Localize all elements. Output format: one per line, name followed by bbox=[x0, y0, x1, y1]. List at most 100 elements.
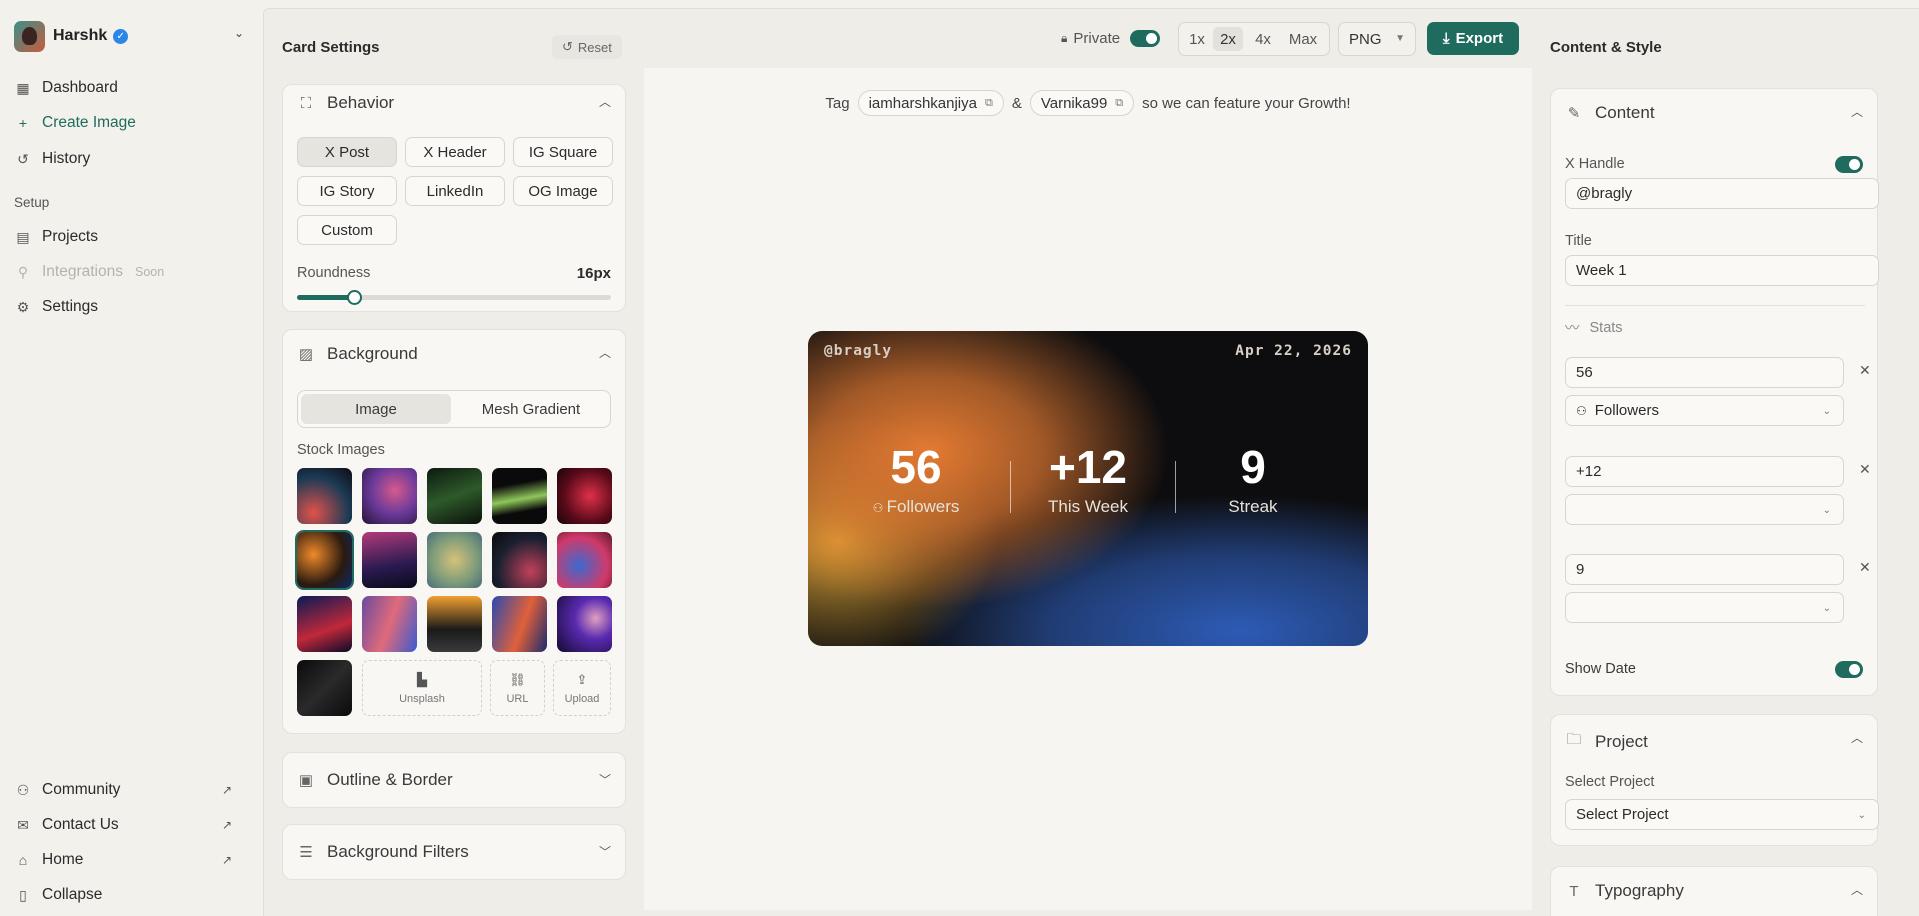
project-header[interactable]: 🗀 Project bbox=[1565, 729, 1647, 754]
x-handle-toggle[interactable] bbox=[1835, 156, 1863, 173]
nav-settings[interactable]: ⚙ Settings bbox=[14, 294, 98, 320]
stat-value: +12 bbox=[1048, 441, 1128, 493]
nav-collapse[interactable]: ▯ Collapse bbox=[14, 882, 102, 908]
stock-image-thumb[interactable] bbox=[557, 532, 612, 588]
history-icon: ↺ bbox=[17, 150, 29, 167]
x-handle-input[interactable]: @bragly bbox=[1565, 178, 1879, 209]
stat-value-input[interactable]: 56 bbox=[1565, 357, 1844, 388]
stock-image-thumb[interactable] bbox=[427, 468, 482, 524]
chevron-down-icon[interactable]: ﹀ bbox=[599, 771, 611, 788]
preset-custom[interactable]: Custom bbox=[297, 215, 397, 245]
scale-max[interactable]: Max bbox=[1282, 27, 1324, 51]
stat-type-select[interactable]: ⌄ bbox=[1565, 592, 1844, 623]
mode-image[interactable]: Image bbox=[301, 394, 451, 424]
stock-image-thumb-selected[interactable] bbox=[297, 532, 352, 588]
scale-4x[interactable]: 4x bbox=[1247, 27, 1279, 51]
chevron-up-icon[interactable]: ︿ bbox=[1851, 881, 1863, 898]
stock-image-thumb[interactable] bbox=[492, 596, 547, 652]
tagline: Tag iamharshkanjiya ⧉ & Varnika99 ⧉ so w… bbox=[644, 90, 1532, 116]
chevron-down-icon[interactable]: ﹀ bbox=[599, 843, 611, 860]
behavior-header[interactable]: ⛶ Behavior bbox=[297, 93, 394, 113]
chevron-down-icon[interactable]: ⌄ bbox=[234, 26, 244, 40]
stat-divider bbox=[1010, 461, 1011, 513]
stock-image-thumb[interactable] bbox=[492, 468, 547, 524]
sliders-icon: ☰ bbox=[299, 844, 313, 861]
preset-x-header[interactable]: X Header bbox=[405, 137, 505, 167]
preset-ig-square[interactable]: IG Square bbox=[513, 137, 613, 167]
nav-contact-us[interactable]: ✉ Contact Us bbox=[14, 812, 119, 838]
stat-value-input[interactable]: +12 bbox=[1565, 456, 1844, 487]
nav-home[interactable]: ⌂ Home bbox=[14, 847, 84, 873]
reset-button[interactable]: ↺ Reset bbox=[552, 35, 622, 59]
preset-x-post[interactable]: X Post bbox=[297, 137, 397, 167]
copy-icon[interactable]: ⧉ bbox=[985, 97, 993, 110]
show-date-toggle[interactable] bbox=[1835, 661, 1863, 678]
stat-value-input[interactable]: 9 bbox=[1565, 554, 1844, 585]
stat-type-select[interactable]: ⚇ Followers ⌄ bbox=[1565, 395, 1844, 426]
stat-type-select[interactable]: ⌄ bbox=[1565, 494, 1844, 525]
stock-image-thumb[interactable] bbox=[427, 596, 482, 652]
upload-label: Upload bbox=[564, 692, 600, 705]
scale-1x[interactable]: 1x bbox=[1183, 27, 1211, 51]
mode-mesh-gradient[interactable]: Mesh Gradient bbox=[456, 394, 606, 424]
unsplash-button[interactable]: ▙ Unsplash bbox=[362, 660, 482, 716]
upload-icon: ⇪ bbox=[576, 671, 588, 687]
nav-projects[interactable]: ▤ Projects bbox=[14, 224, 98, 250]
content-header[interactable]: ✎ Content bbox=[1565, 103, 1655, 123]
outline-border-panel[interactable]: ▣ Outline & Border ﹀ bbox=[282, 752, 626, 808]
stock-image-thumb[interactable] bbox=[297, 468, 352, 524]
stock-image-thumb[interactable] bbox=[557, 468, 612, 524]
export-button[interactable]: ⤓ Export bbox=[1427, 22, 1519, 55]
stock-image-thumb[interactable] bbox=[557, 596, 612, 652]
typography-panel: T Typography ︿ bbox=[1550, 866, 1878, 916]
content-panel: ✎ Content ︿ X Handle @bragly Title Week … bbox=[1550, 88, 1879, 696]
stat-value: 56 bbox=[890, 441, 942, 493]
outline-border-header[interactable]: ▣ Outline & Border bbox=[297, 770, 453, 790]
stock-image-thumb[interactable] bbox=[362, 468, 417, 524]
close-icon[interactable]: ✕ bbox=[1859, 362, 1871, 379]
background-title: Background bbox=[327, 344, 418, 363]
chevron-up-icon[interactable]: ︿ bbox=[1851, 729, 1863, 746]
close-icon[interactable]: ✕ bbox=[1859, 461, 1871, 478]
background-filters-panel[interactable]: ☰ Background Filters ﹀ bbox=[282, 824, 626, 880]
chevron-up-icon[interactable]: ︿ bbox=[599, 344, 611, 361]
home-icon: ⌂ bbox=[18, 852, 28, 868]
preset-ig-story[interactable]: IG Story bbox=[297, 176, 397, 206]
lock-icon: 🔒︎ bbox=[1061, 30, 1068, 45]
upload-button[interactable]: ⇪ Upload bbox=[553, 660, 611, 716]
chevron-up-icon[interactable]: ︿ bbox=[599, 93, 611, 110]
title-input[interactable]: Week 1 bbox=[1565, 255, 1879, 286]
preset-og-image[interactable]: OG Image bbox=[513, 176, 613, 206]
preview-card: @bragly Apr 22, 2026 56 ⚇ Followers +12 … bbox=[808, 331, 1368, 646]
verified-icon: ✓ bbox=[113, 28, 129, 44]
stock-image-thumb[interactable] bbox=[297, 596, 352, 652]
roundness-slider[interactable] bbox=[297, 290, 611, 305]
format-select[interactable]: PNG ▼ bbox=[1338, 22, 1416, 56]
copy-icon[interactable]: ⧉ bbox=[1115, 97, 1123, 110]
nav-community[interactable]: ⚇ Community bbox=[14, 777, 244, 803]
stock-image-thumb[interactable] bbox=[427, 532, 482, 588]
stock-image-thumb[interactable] bbox=[362, 596, 417, 652]
close-icon[interactable]: ✕ bbox=[1859, 559, 1871, 576]
scale-2x[interactable]: 2x bbox=[1213, 27, 1243, 51]
stock-image-thumb[interactable] bbox=[492, 532, 547, 588]
sidebar: Harshk ✓ ⌄ ▦ Dashboard + Create Image ↺ … bbox=[0, 0, 262, 916]
stock-image-thumb[interactable] bbox=[297, 660, 352, 716]
preset-linkedin[interactable]: LinkedIn bbox=[405, 176, 505, 206]
stock-image-thumb[interactable] bbox=[362, 532, 417, 588]
nav-dashboard[interactable]: ▦ Dashboard bbox=[14, 75, 117, 101]
plus-icon: + bbox=[18, 115, 28, 131]
nav-history[interactable]: ↺ History bbox=[14, 146, 90, 172]
background-header[interactable]: ▨ Background bbox=[297, 344, 418, 364]
tag-pill-handle1[interactable]: iamharshkanjiya ⧉ bbox=[857, 90, 1004, 116]
tag-pill-handle2[interactable]: Varnika99 ⧉ bbox=[1029, 90, 1135, 116]
private-toggle[interactable] bbox=[1130, 29, 1161, 47]
user-menu[interactable]: Harshk ✓ ⌄ bbox=[14, 20, 244, 52]
chevron-up-icon[interactable]: ︿ bbox=[1851, 103, 1863, 120]
background-filters-header[interactable]: ☰ Background Filters bbox=[297, 842, 468, 862]
project-select[interactable]: Select Project ⌄ bbox=[1565, 799, 1879, 830]
roundness-slider-thumb[interactable] bbox=[346, 290, 362, 305]
typography-header[interactable]: T Typography bbox=[1565, 881, 1683, 901]
nav-create-image[interactable]: + Create Image bbox=[14, 110, 136, 136]
url-button[interactable]: ⛓ URL bbox=[490, 660, 545, 716]
